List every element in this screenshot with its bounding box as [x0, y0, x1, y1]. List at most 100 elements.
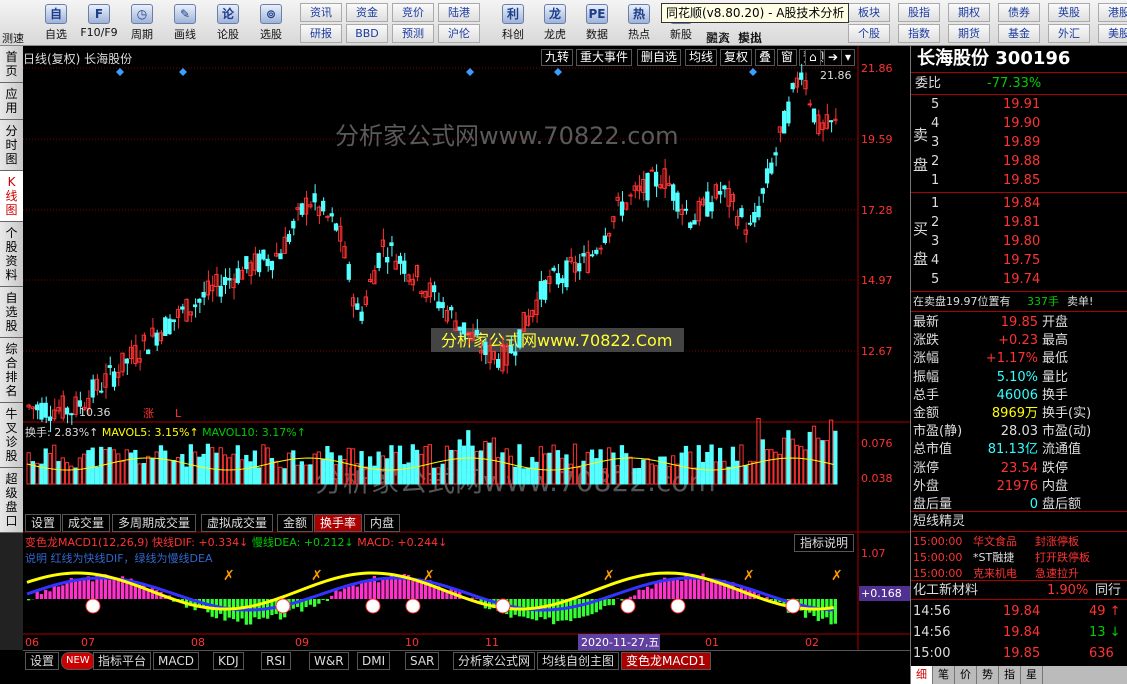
left-tab-0[interactable]: 首页	[0, 46, 23, 83]
toolbar-link-0[interactable]: 资讯	[300, 3, 342, 22]
event-marker-icon[interactable]	[554, 68, 562, 76]
toolbar-button-1[interactable]: F F10/F9	[77, 2, 121, 44]
event-marker-icon[interactable]	[179, 68, 187, 76]
event-marker-icon[interactable]	[116, 68, 124, 76]
toolbar-feature-0[interactable]: 利科创	[491, 2, 535, 44]
sell-signal-icon[interactable]: ✗	[423, 568, 435, 584]
buy-signal-icon[interactable]	[785, 598, 801, 614]
panel-tab-4[interactable]: 指	[999, 666, 1021, 684]
market-link-9[interactable]: 基金	[998, 24, 1040, 43]
market-link-8[interactable]: 期货	[948, 24, 990, 43]
sell-level-row: 3 19.89	[931, 135, 1041, 150]
left-tab-2[interactable]: 分时图	[0, 120, 23, 171]
market-link-7[interactable]: 指数	[898, 24, 940, 43]
toolbar-button-2[interactable]: ◷ 周期	[120, 2, 164, 44]
market-link-1[interactable]: 股指	[898, 3, 940, 22]
indicator-tab-4[interactable]: KDJ	[213, 652, 244, 670]
market-link-3[interactable]: 债券	[998, 3, 1040, 22]
sell-signal-icon[interactable]: ✗	[831, 568, 843, 584]
panel-tab-5[interactable]: 星	[1021, 666, 1043, 684]
panel-tab-0[interactable]: 细	[911, 666, 933, 684]
toolbar-link-2[interactable]: 竞价	[392, 3, 434, 22]
event-marker-icon[interactable]	[466, 68, 474, 76]
market-link-0[interactable]: 板块	[848, 3, 890, 22]
indicator-tab-8[interactable]: SAR	[405, 652, 440, 670]
toolbar-button-5[interactable]: ⊚ 选股	[249, 2, 293, 44]
toolbar-link-3[interactable]: 陆港	[438, 3, 480, 22]
toolbar-button-3[interactable]: ✎ 画线	[163, 2, 207, 44]
sell-signal-icon[interactable]: ✗	[603, 568, 615, 584]
market-link-6[interactable]: 个股	[848, 24, 890, 43]
indicator-tab-3[interactable]: MACD	[153, 652, 199, 670]
indicator-tab-7[interactable]: DMI	[357, 652, 391, 670]
toolbar-feature-3[interactable]: 热热点	[617, 2, 661, 44]
indicator-tab-5[interactable]: RSI	[261, 652, 291, 670]
indicator-help-button[interactable]: 指标说明	[794, 534, 855, 552]
volume-tab-6[interactable]: 内盘	[364, 514, 401, 532]
volume-tab-2[interactable]: 多周期成交量	[112, 514, 197, 532]
candlesticks[interactable]	[26, 63, 838, 433]
buy-level-row: 5 19.74	[931, 272, 1041, 287]
buy-signal-icon[interactable]	[275, 598, 291, 614]
high-price-label: 21.86	[820, 69, 852, 82]
sell-signal-icon[interactable]: ✗	[223, 568, 235, 584]
volume-tab-3[interactable]: 虚拟成交量	[201, 514, 274, 532]
buy-signal-icon[interactable]	[85, 598, 101, 614]
toolbar-button-0[interactable]: 自自选	[34, 2, 78, 44]
left-side-tabs: 首页应用分时图K线图个股资料自选股综合排名牛叉诊股超级盘口	[0, 46, 23, 650]
left-tab-7[interactable]: 牛叉诊股	[0, 403, 23, 468]
volume-tab-0[interactable]: 设置	[25, 514, 62, 532]
quote-panel: 长海股份 300196 委比 -77.33% 卖盘 5 19.91 4 19.90 3 19.8…	[910, 46, 1127, 684]
buy-level-row: 2 19.81	[931, 215, 1041, 230]
indicator-tab-9[interactable]: 分析家公式网	[453, 652, 536, 670]
panel-tab-3[interactable]: 势	[977, 666, 999, 684]
indicator-tab-10[interactable]: 均线自创主图	[537, 652, 620, 670]
market-link-4[interactable]: 英股	[1048, 3, 1090, 22]
toolbar-label: 热点	[628, 28, 650, 41]
left-tab-6[interactable]: 综合排名	[0, 338, 23, 403]
market-link-11[interactable]: 美股	[1098, 24, 1127, 43]
x-axis-label: 11	[485, 636, 499, 649]
toolbar-feature-2[interactable]: PE 数据	[575, 2, 619, 44]
panel-tab-1[interactable]: 笔	[933, 666, 955, 684]
left-tab-3[interactable]: K线图	[0, 171, 23, 222]
toolbar-link-1[interactable]: 资金	[346, 3, 388, 22]
kline-chart-area[interactable]: 日线(复权) 长海股份 九转重大事件删自选均线复权叠窗预测 ⌂ ➔ ▾ 21.8…	[23, 46, 910, 650]
left-tab-5[interactable]: 自选股	[0, 287, 23, 338]
indicator-tab-6[interactable]: W&R	[309, 652, 349, 670]
buy-signal-icon[interactable]	[495, 598, 511, 614]
toolbar-button-4[interactable]: 论论股	[206, 2, 250, 44]
speed-test-label[interactable]: 测速	[2, 30, 24, 46]
sell-signal-icon[interactable]: ✗	[743, 568, 755, 584]
market-link-5[interactable]: 港股	[1098, 3, 1127, 22]
chart-canvas[interactable]: 21.86 19.59 17.28 14.97 12.67 分析家公式网www.70822…	[23, 46, 910, 650]
buy-signal-icon[interactable]	[670, 598, 686, 614]
left-tab-8[interactable]: 超级盘口	[0, 468, 23, 533]
buy-signal-icon[interactable]	[620, 598, 636, 614]
panel-bottom-tabs: 细笔价势指星	[911, 666, 1127, 684]
indicator-tab-2[interactable]: 指标平台	[93, 652, 152, 670]
buy-signal-icon[interactable]	[365, 598, 381, 614]
sell-signal-icon[interactable]: ✗	[311, 568, 323, 584]
buy-signal-icon[interactable]	[405, 598, 421, 614]
new-badge: NEW	[61, 652, 95, 670]
left-tab-4[interactable]: 个股资料	[0, 222, 23, 287]
indicator-tab-11[interactable]: 变色龙MACD1	[621, 652, 711, 670]
volume-tab-1[interactable]: 成交量	[62, 514, 111, 532]
toolbar-link-5[interactable]: BBD	[346, 24, 388, 43]
left-tab-1[interactable]: 应用	[0, 83, 23, 120]
market-link-10[interactable]: 外汇	[1048, 24, 1090, 43]
toolbar-link-6[interactable]: 预测	[392, 24, 434, 43]
toolbar-link-4[interactable]: 研报	[300, 24, 342, 43]
watermark-text: 分析家公式网www.70822.com	[335, 122, 679, 150]
volume-tab-5[interactable]: 换手率	[314, 514, 363, 532]
trade-button-3[interactable]: 模拟	[738, 29, 762, 46]
trade-button-2[interactable]: 融资	[706, 29, 730, 46]
toolbar-link-7[interactable]: 沪伦	[438, 24, 480, 43]
indicator-tab-0[interactable]: 设置	[25, 652, 60, 670]
market-link-2[interactable]: 期权	[948, 3, 990, 22]
event-marker-icon[interactable]	[749, 68, 757, 76]
panel-tab-2[interactable]: 价	[955, 666, 977, 684]
volume-tab-4[interactable]: 金额	[277, 514, 314, 532]
toolbar-feature-1[interactable]: 龙龙虎	[533, 2, 577, 44]
